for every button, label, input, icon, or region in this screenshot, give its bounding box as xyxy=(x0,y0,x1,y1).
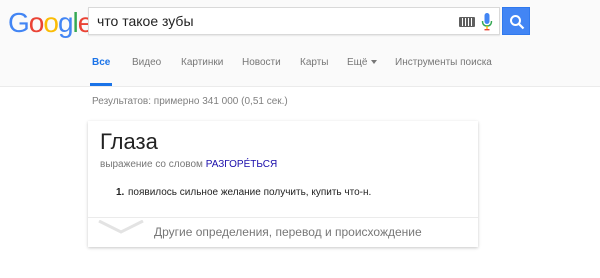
definition-text: появилось сильное желание получить, купи… xyxy=(128,187,372,198)
logo-letter: g xyxy=(57,7,74,38)
tab-more[interactable]: Ещё xyxy=(347,56,378,86)
logo-letter: o xyxy=(43,7,59,38)
card-phrase: выражение со словом РАЗГОРЕ́ТЬСЯ xyxy=(100,159,277,170)
dropdown-arrow-icon xyxy=(371,60,378,64)
tab-news[interactable]: Новости xyxy=(242,56,281,86)
chevron-down-icon xyxy=(98,220,144,234)
search-input[interactable] xyxy=(89,8,449,34)
search-icon xyxy=(510,15,525,30)
tab-maps[interactable]: Карты xyxy=(300,56,329,86)
logo-letter: G xyxy=(8,7,30,38)
tab-search-tools[interactable]: Инструменты поиска xyxy=(395,56,492,86)
tab-label: Карты xyxy=(300,57,329,68)
tab-label: Картинки xyxy=(181,57,224,68)
tab-all[interactable]: Все xyxy=(89,56,113,86)
tab-label: Все xyxy=(92,57,111,68)
phrase-link[interactable]: РАЗГОРЕ́ТЬСЯ xyxy=(206,159,277,170)
card-word: Глаза xyxy=(100,129,158,154)
dictionary-card: Глаза выражение со словом РАЗГОРЕ́ТЬСЯ 1… xyxy=(88,121,478,247)
tab-label: Видео xyxy=(132,57,162,68)
search-button[interactable] xyxy=(502,7,530,35)
keyboard-icon[interactable] xyxy=(459,17,475,27)
mic-icon[interactable] xyxy=(481,13,493,31)
expand-definitions[interactable]: Другие определения, перевод и происхожде… xyxy=(88,217,478,247)
tab-label: Новости xyxy=(242,57,281,68)
header: Google Все Видео Картинки Новости Карты … xyxy=(0,0,600,87)
expand-label: Другие определения, перевод и происхожде… xyxy=(154,225,422,239)
result-stats: Результатов: примерно 341 000 (0,51 сек.… xyxy=(92,96,288,107)
phrase-prefix: выражение со словом xyxy=(100,159,203,170)
tab-images[interactable]: Картинки xyxy=(181,56,223,86)
tab-video[interactable]: Видео xyxy=(132,56,161,86)
logo-letter: o xyxy=(28,7,45,38)
tab-label: Ещё xyxy=(347,57,368,68)
google-logo[interactable]: Google xyxy=(8,7,93,38)
search-box[interactable] xyxy=(88,7,500,35)
tab-label: Инструменты поиска xyxy=(395,57,492,68)
definition-number: 1. xyxy=(116,187,125,198)
